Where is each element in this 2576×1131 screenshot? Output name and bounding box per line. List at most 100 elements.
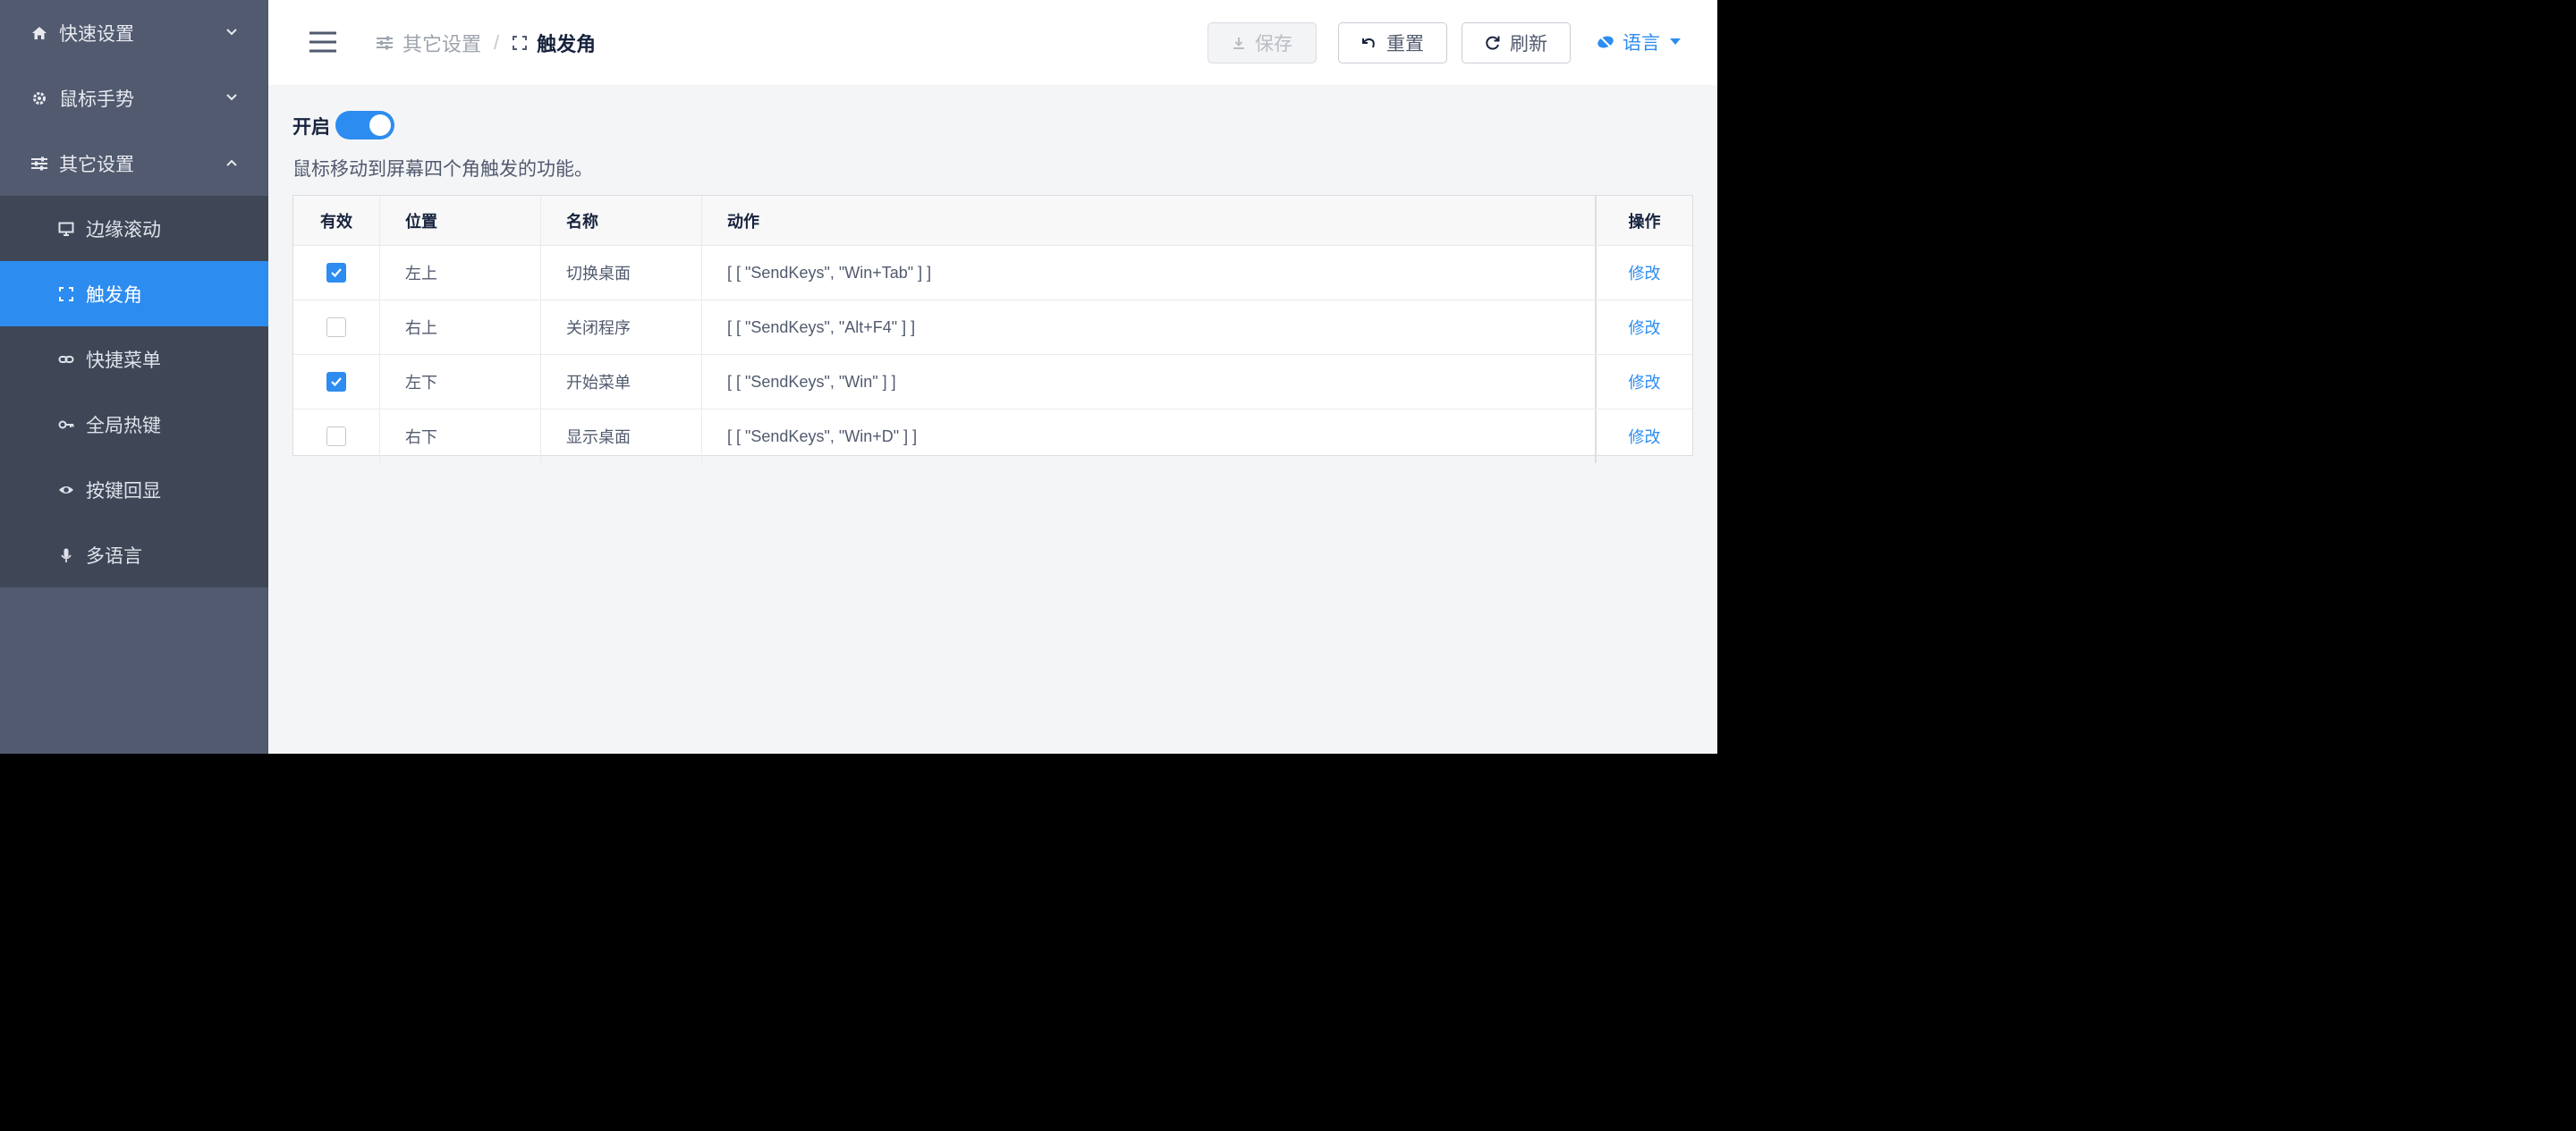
sidebar-item-key-echo[interactable]: 按键回显 — [0, 457, 268, 522]
edit-link[interactable]: 修改 — [1629, 370, 1661, 393]
enabled-cell — [293, 355, 380, 409]
action-cell: [ [ "SendKeys", "Win" ] ] — [702, 355, 1597, 409]
table-row: 右下 显示桌面 [ [ "SendKeys", "Win+D" ] ] 修改 — [293, 409, 1692, 463]
mic-icon — [57, 546, 75, 564]
save-button-label: 保存 — [1255, 34, 1292, 55]
sidebar-item-trigger-corners[interactable]: 触发角 — [0, 261, 268, 326]
name-cell: 显示桌面 — [541, 409, 702, 463]
sidebar-menu: 快速设置 鼠标手势 其它设置 边缘滚动 触发角 快捷菜单 全局热键 按键回显 多… — [0, 0, 268, 587]
position-cell: 右下 — [380, 409, 541, 463]
corners-icon — [513, 36, 528, 50]
sidebar-item-label: 快速设置 — [59, 23, 134, 45]
position-cell: 右上 — [380, 300, 541, 354]
language-icon — [1597, 35, 1614, 49]
column-header-name: 名称 — [541, 196, 702, 245]
edit-link[interactable]: 修改 — [1629, 425, 1661, 448]
enabled-cell — [293, 300, 380, 354]
enabled-cell — [293, 409, 380, 463]
refresh-button[interactable]: 刷新 — [1462, 22, 1571, 63]
top-header: 其它设置 / 触发角 保存 重置 刷新 语言 — [268, 0, 1717, 85]
enable-toggle[interactable] — [335, 111, 394, 139]
reset-button-label: 重置 — [1386, 34, 1424, 55]
refresh-button-label: 刷新 — [1510, 34, 1547, 55]
edit-link[interactable]: 修改 — [1629, 261, 1661, 284]
column-header-position: 位置 — [380, 196, 541, 245]
menu-toggle-icon[interactable] — [309, 30, 337, 54]
language-label: 语言 — [1623, 33, 1660, 54]
edit-cell: 修改 — [1597, 246, 1692, 300]
breadcrumb-separator: / — [494, 31, 500, 54]
checkmark-icon — [331, 268, 342, 278]
toggle-knob — [369, 114, 391, 136]
column-header-action: 动作 — [702, 196, 1597, 245]
sidebar-item-label: 全局热键 — [86, 415, 161, 436]
chevron-down-icon — [226, 29, 237, 36]
breadcrumb-current: 触发角 — [537, 33, 597, 55]
table-row: 左下 开始菜单 [ [ "SendKeys", "Win" ] ] 修改 — [293, 355, 1692, 409]
language-dropdown[interactable]: 语言 — [1596, 29, 1682, 55]
name-cell: 关闭程序 — [541, 300, 702, 354]
position-cell: 左下 — [380, 355, 541, 409]
undo-icon — [1362, 38, 1375, 48]
feature-description: 鼠标移动到屏幕四个角触发的功能。 — [292, 159, 593, 180]
enable-label: 开启 — [292, 117, 330, 138]
key-icon — [57, 416, 75, 434]
save-button[interactable]: 保存 — [1208, 22, 1317, 63]
eye-icon — [57, 481, 75, 499]
enabled-checkbox[interactable] — [326, 426, 346, 446]
table-row: 左上 切换桌面 [ [ "SendKeys", "Win+Tab" ] ] 修改 — [293, 246, 1692, 300]
name-cell: 开始菜单 — [541, 355, 702, 409]
action-cell: [ [ "SendKeys", "Alt+F4" ] ] — [702, 300, 1597, 354]
gear-icon — [30, 89, 48, 107]
action-cell: [ [ "SendKeys", "Win+D" ] ] — [702, 409, 1597, 463]
checkmark-icon — [331, 377, 342, 387]
sidebar-item-label: 按键回显 — [86, 480, 161, 502]
edit-cell: 修改 — [1597, 409, 1692, 463]
sidebar-item-label: 触发角 — [86, 284, 142, 306]
table-row: 右上 关闭程序 [ [ "SendKeys", "Alt+F4" ] ] 修改 — [293, 300, 1692, 355]
submenu-other-settings: 边缘滚动 触发角 快捷菜单 全局热键 按键回显 多语言 — [0, 196, 268, 587]
column-header-enabled: 有效 — [293, 196, 380, 245]
action-cell: [ [ "SendKeys", "Win+Tab" ] ] — [702, 246, 1597, 300]
sidebar-item-other-settings[interactable]: 其它设置 — [0, 131, 268, 196]
caret-down-icon — [1670, 38, 1681, 45]
sidebar-item-mouse-gestures[interactable]: 鼠标手势 — [0, 65, 268, 131]
sidebar-item-label: 鼠标手势 — [59, 89, 134, 110]
chevron-down-icon — [226, 94, 237, 101]
sidebar-item-label: 多语言 — [86, 545, 142, 567]
position-cell: 左上 — [380, 246, 541, 300]
download-icon — [1233, 38, 1244, 49]
home-icon — [30, 24, 48, 42]
edit-cell: 修改 — [1597, 355, 1692, 409]
sliders-icon — [30, 155, 48, 173]
sidebar-item-multi-language[interactable]: 多语言 — [0, 522, 268, 587]
enabled-checkbox[interactable] — [326, 317, 346, 337]
link-icon — [57, 350, 75, 368]
reset-button[interactable]: 重置 — [1338, 22, 1447, 63]
enabled-cell — [293, 246, 380, 300]
sidebar-item-label: 快捷菜单 — [86, 350, 161, 371]
app-window: 快速设置 鼠标手势 其它设置 边缘滚动 触发角 快捷菜单 全局热键 按键回显 多… — [0, 0, 1717, 754]
breadcrumb-parent[interactable]: 其它设置 — [402, 29, 481, 57]
sidebar-item-quick-settings[interactable]: 快速设置 — [0, 0, 268, 65]
edit-link[interactable]: 修改 — [1629, 316, 1661, 339]
breadcrumb: 其它设置 / 触发角 — [376, 29, 596, 57]
sidebar-item-label: 边缘滚动 — [86, 219, 161, 241]
trigger-corners-table: 有效 位置 名称 动作 操作 左上 切换桌面 [ [ "SendKeys", "… — [292, 195, 1693, 463]
sidebar-item-quick-menu[interactable]: 快捷菜单 — [0, 326, 268, 392]
sliders-icon — [377, 36, 393, 50]
sidebar: 快速设置 鼠标手势 其它设置 边缘滚动 触发角 快捷菜单 全局热键 按键回显 多… — [0, 0, 268, 754]
name-cell: 切换桌面 — [541, 246, 702, 300]
edit-cell: 修改 — [1597, 300, 1692, 354]
chevron-up-icon — [226, 159, 237, 166]
refresh-icon — [1486, 36, 1500, 50]
table-header: 有效 位置 名称 动作 操作 — [293, 196, 1692, 246]
sidebar-item-edge-scroll[interactable]: 边缘滚动 — [0, 196, 268, 261]
enabled-checkbox[interactable] — [326, 263, 346, 283]
column-header-operation: 操作 — [1628, 212, 1661, 231]
monitor-icon — [57, 220, 75, 238]
main-content: 开启 鼠标移动到屏幕四个角触发的功能。 有效 位置 名称 动作 操作 左上 切换… — [268, 85, 1717, 754]
sidebar-item-label: 其它设置 — [59, 154, 134, 175]
enabled-checkbox[interactable] — [326, 372, 346, 392]
sidebar-item-global-hotkeys[interactable]: 全局热键 — [0, 392, 268, 457]
